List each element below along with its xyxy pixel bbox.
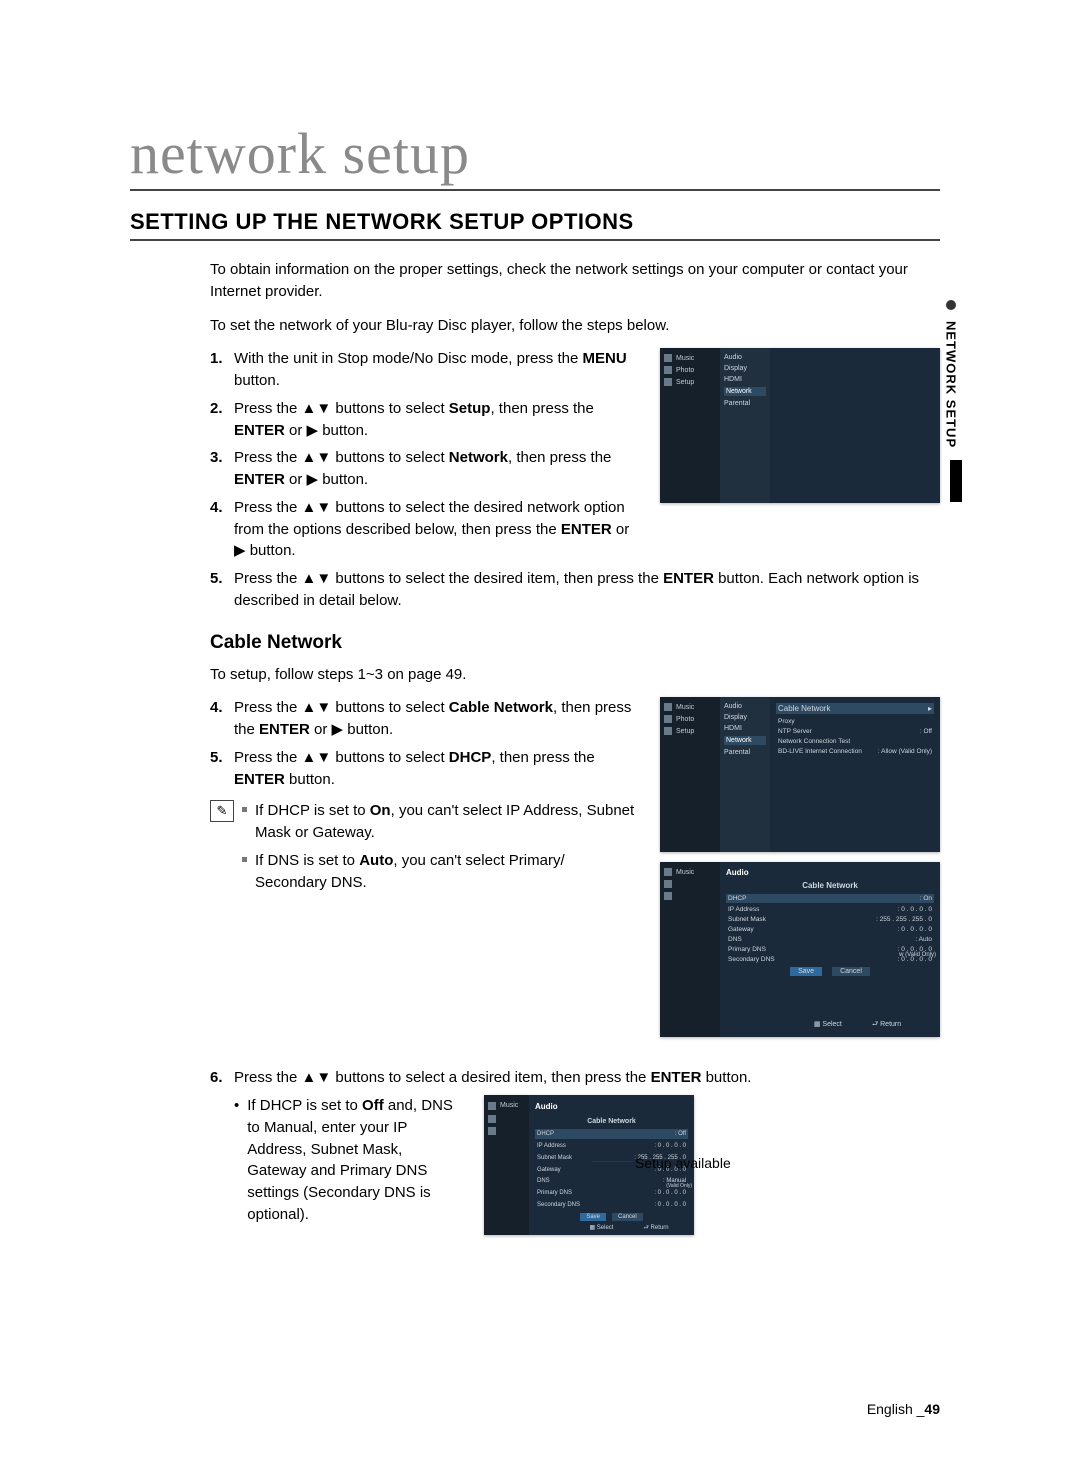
page-title: network setup (130, 120, 940, 191)
step-3: 3. Press the ▲▼ buttons to select Networ… (210, 447, 640, 491)
setup-available-label: Setup available (635, 1153, 731, 1173)
callout-line (592, 1161, 634, 1162)
side-tab-indicator (950, 460, 962, 502)
step-2: 2. Press the ▲▼ buttons to select Setup,… (210, 398, 640, 442)
step-5: 5. Press the ▲▼ buttons to select the de… (210, 568, 940, 612)
figure-setup-menu: Music Photo Setup Audio Display HDMI Net… (660, 348, 940, 503)
side-tab-network-setup: NETWORK SETUP (940, 300, 962, 453)
note-2: If DNS is set to Auto, you can't select … (242, 850, 640, 894)
note-1: If DHCP is set to On, you can't select I… (242, 800, 640, 844)
cable-step-4: 4. Press the ▲▼ buttons to select Cable … (210, 697, 640, 741)
step-6-bullet: • If DHCP is set to Off and, DNS to Manu… (234, 1095, 464, 1226)
cable-intro: To setup, follow steps 1~3 on page 49. (210, 664, 940, 686)
cable-step-5: 5. Press the ▲▼ buttons to select DHCP, … (210, 747, 640, 791)
note-icon: ✎ (210, 800, 234, 822)
step-6: 6. Press the ▲▼ buttons to select a desi… (210, 1067, 940, 1089)
step-1: 1. With the unit in Stop mode/No Disc mo… (210, 348, 640, 392)
step-4: 4. Press the ▲▼ buttons to select the de… (210, 497, 640, 562)
intro-text-1: To obtain information on the proper sett… (210, 259, 940, 303)
intro-text-2: To set the network of your Blu-ray Disc … (210, 315, 940, 337)
figure-cable-network-dhcp-on: Music Audio Cable Network DHCP: On IP Ad… (660, 862, 940, 1037)
cable-network-heading: Cable Network (210, 632, 940, 654)
section-heading: SETTING UP THE NETWORK SETUP OPTIONS (130, 209, 940, 241)
figure-cable-network-list: Music Photo Setup Audio Display HDMI Net… (660, 697, 940, 852)
page-footer: English _49 (867, 1401, 940, 1417)
